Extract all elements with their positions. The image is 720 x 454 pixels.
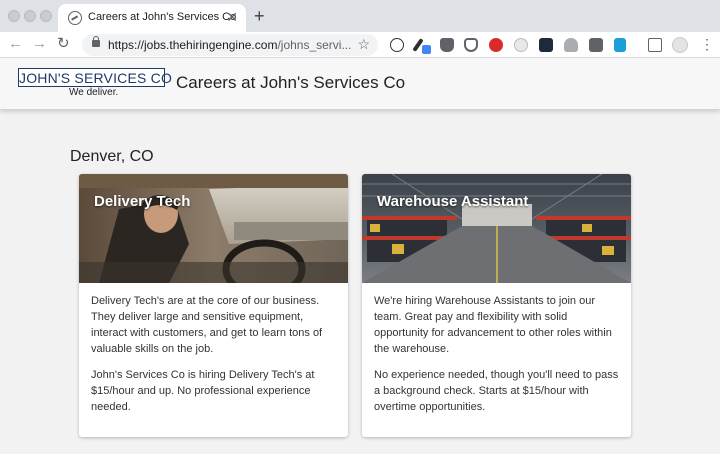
forward-arrow-icon[interactable]: → bbox=[32, 35, 47, 53]
extension-shield-icon[interactable] bbox=[440, 38, 454, 52]
browser-menu-icon[interactable]: ⋮ bbox=[700, 36, 714, 52]
url-host: https://jobs.thehiringengine.com bbox=[108, 38, 278, 52]
job-description-paragraph: No experience needed, though you'll need… bbox=[374, 369, 619, 413]
cast-icon[interactable] bbox=[648, 38, 662, 52]
job-card-image: Warehouse Assistant bbox=[362, 174, 631, 283]
job-title[interactable]: Warehouse Assistant bbox=[377, 193, 528, 210]
location-heading: Denver, CO bbox=[70, 148, 154, 165]
url-path: /johns_servi... bbox=[277, 38, 352, 52]
tab-title: Careers at John's Services Co bbox=[88, 11, 237, 23]
tab-close-icon[interactable]: ✕ bbox=[226, 9, 238, 25]
extension-cloud-icon[interactable] bbox=[564, 38, 578, 52]
browser-tab-bar: Careers at John's Services Co ✕ + bbox=[0, 0, 720, 32]
job-card-delivery-tech[interactable]: Delivery Tech Delivery Tech's are at the… bbox=[79, 174, 348, 437]
logo-tagline: We deliver. bbox=[69, 87, 119, 98]
extension-bookmark-icon[interactable] bbox=[589, 38, 603, 52]
job-description: Delivery Tech's are at the core of our b… bbox=[91, 293, 339, 415]
window-minimize-button[interactable] bbox=[24, 10, 36, 22]
url-text[interactable]: https://jobs.thehiringengine.com/johns_s… bbox=[108, 38, 351, 52]
window-maximize-button[interactable] bbox=[40, 10, 52, 22]
window-close-button[interactable] bbox=[8, 10, 20, 22]
new-tab-button[interactable]: + bbox=[254, 5, 265, 27]
job-title[interactable]: Delivery Tech bbox=[94, 193, 190, 210]
job-description: We're hiring Warehouse Assistants to joi… bbox=[374, 293, 622, 415]
extension-arrow-icon[interactable] bbox=[614, 38, 626, 52]
lock-icon bbox=[92, 36, 100, 47]
logo-text: JOHN'S SERVICES CO bbox=[19, 70, 173, 86]
page-title: Careers at John's Services Co bbox=[176, 73, 406, 92]
job-description-paragraph: Delivery Tech's are at the core of our b… bbox=[91, 295, 323, 355]
profile-avatar[interactable] bbox=[672, 37, 688, 53]
bookmark-star-icon[interactable]: ☆ bbox=[357, 36, 370, 53]
back-arrow-icon[interactable]: ← bbox=[8, 35, 23, 53]
extension-react-icon[interactable] bbox=[539, 38, 553, 52]
address-bar[interactable]: https://jobs.thehiringengine.com/johns_s… bbox=[82, 34, 378, 56]
extension-adblock-icon[interactable] bbox=[489, 38, 503, 52]
browser-toolbar: ← → ↻ https://jobs.thehiringengine.com/j… bbox=[0, 32, 720, 58]
job-card-warehouse-assistant[interactable]: Warehouse Assistant We're hiring Warehou… bbox=[362, 174, 631, 437]
job-description-paragraph: John's Services Co is hiring Delivery Te… bbox=[91, 369, 315, 413]
site-favicon-icon bbox=[68, 11, 82, 25]
browser-tab[interactable]: Careers at John's Services Co ✕ bbox=[58, 4, 246, 32]
job-description-paragraph: We're hiring Warehouse Assistants to joi… bbox=[374, 295, 612, 355]
extension-ghost-icon[interactable] bbox=[514, 38, 528, 52]
job-card-image: Delivery Tech bbox=[79, 174, 348, 283]
extension-badge-icon bbox=[422, 45, 431, 54]
extension-info-icon[interactable] bbox=[390, 38, 404, 52]
site-header: JOHN'S SERVICES CO We deliver. Careers a… bbox=[0, 58, 720, 110]
extension-pocket-icon[interactable] bbox=[464, 38, 478, 52]
reload-icon[interactable]: ↻ bbox=[57, 35, 70, 53]
company-logo[interactable]: JOHN'S SERVICES CO bbox=[18, 68, 173, 87]
